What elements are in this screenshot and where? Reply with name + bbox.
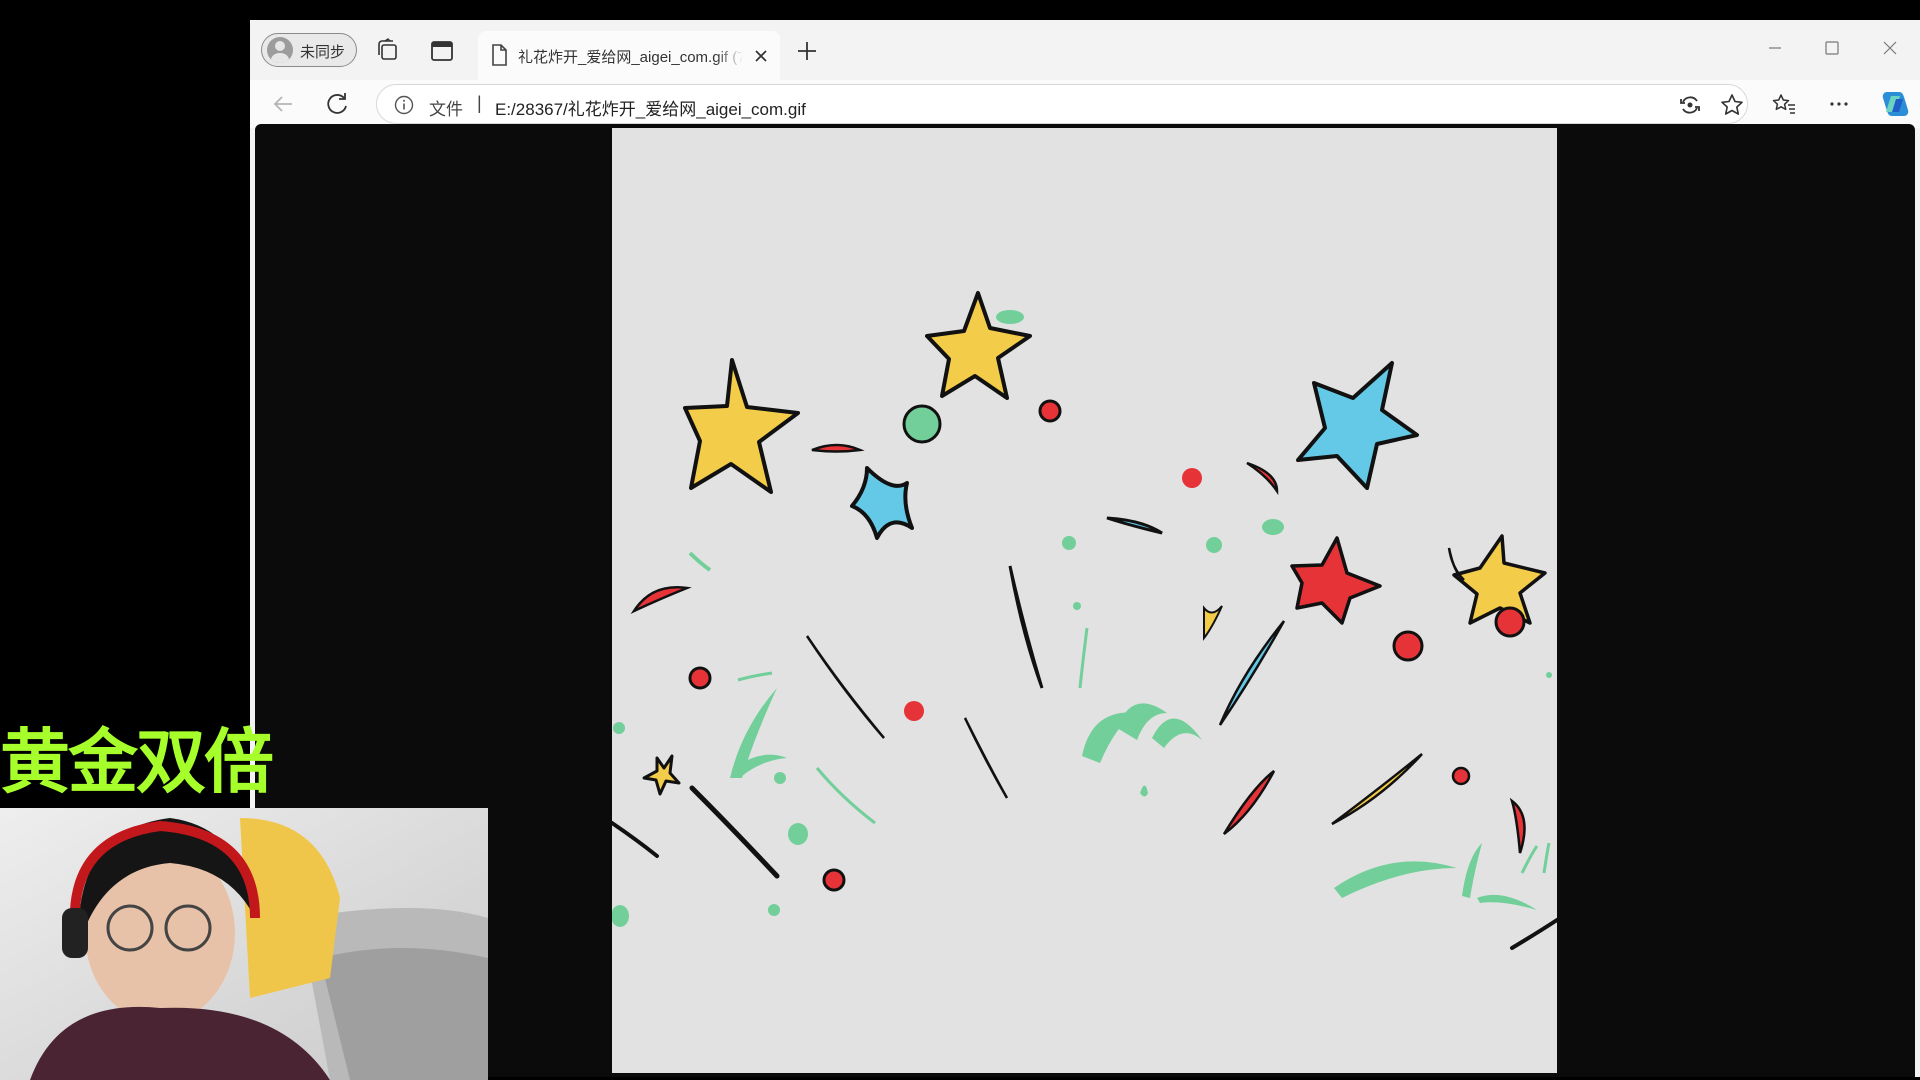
read-aloud-icon[interactable] bbox=[1675, 90, 1705, 120]
yellow-star-shape bbox=[683, 358, 800, 494]
favorite-star-icon[interactable] bbox=[1717, 90, 1747, 120]
tab-title: 礼花炸开_爱给网_aigei_com.gif (7 bbox=[518, 49, 743, 66]
workspaces-icon[interactable] bbox=[374, 36, 404, 66]
browser-window: 未同步 礼花炸开_爱给网_aigei_com.gif (7 文件 | E:/28… bbox=[250, 20, 1920, 1077]
new-tab-icon[interactable] bbox=[792, 36, 822, 66]
navigation-toolbar: 文件 | E:/28367/礼花炸开_爱给网_aigei_com.gif bbox=[250, 80, 1920, 128]
profile-avatar-icon bbox=[267, 37, 293, 63]
info-icon[interactable] bbox=[393, 94, 415, 116]
url-text[interactable]: E:/28367/礼花炸开_爱给网_aigei_com.gif bbox=[495, 95, 806, 120]
close-icon[interactable] bbox=[750, 45, 772, 67]
red-star-shape bbox=[1290, 536, 1382, 625]
yellow-star-shape bbox=[642, 754, 681, 796]
yellow-star-shape bbox=[1452, 534, 1547, 625]
maximize-icon[interactable] bbox=[1818, 34, 1846, 62]
active-tab[interactable]: 礼花炸开_爱给网_aigei_com.gif (7 bbox=[478, 31, 780, 80]
file-icon bbox=[488, 43, 510, 67]
yellow-star-shape bbox=[925, 291, 1032, 400]
profile-button[interactable]: 未同步 bbox=[261, 33, 357, 67]
address-separator: | bbox=[477, 93, 482, 113]
scheme-label: 文件 bbox=[429, 100, 463, 119]
refresh-icon[interactable] bbox=[322, 89, 352, 119]
minimize-icon[interactable] bbox=[1761, 34, 1789, 62]
page-content bbox=[255, 124, 1915, 1077]
vertical-tabs-icon[interactable] bbox=[427, 36, 457, 66]
favorites-icon[interactable] bbox=[1769, 89, 1799, 119]
webcam-feed bbox=[0, 808, 488, 1080]
copilot-icon[interactable] bbox=[1878, 87, 1912, 121]
back-icon[interactable] bbox=[268, 89, 298, 119]
address-bar[interactable]: 文件 | E:/28367/礼花炸开_爱给网_aigei_com.gif bbox=[376, 84, 1748, 124]
title-bar: 未同步 礼花炸开_爱给网_aigei_com.gif (7 bbox=[250, 20, 1920, 80]
blue-star-shape bbox=[850, 466, 914, 540]
fireworks-gif-image bbox=[612, 128, 1557, 1073]
more-icon[interactable] bbox=[1824, 89, 1854, 119]
profile-label: 未同步 bbox=[300, 44, 346, 61]
overlay-caption: 黄金双倍 bbox=[0, 721, 274, 803]
window-close-icon[interactable] bbox=[1876, 34, 1904, 62]
blue-star-shape bbox=[1296, 361, 1419, 490]
